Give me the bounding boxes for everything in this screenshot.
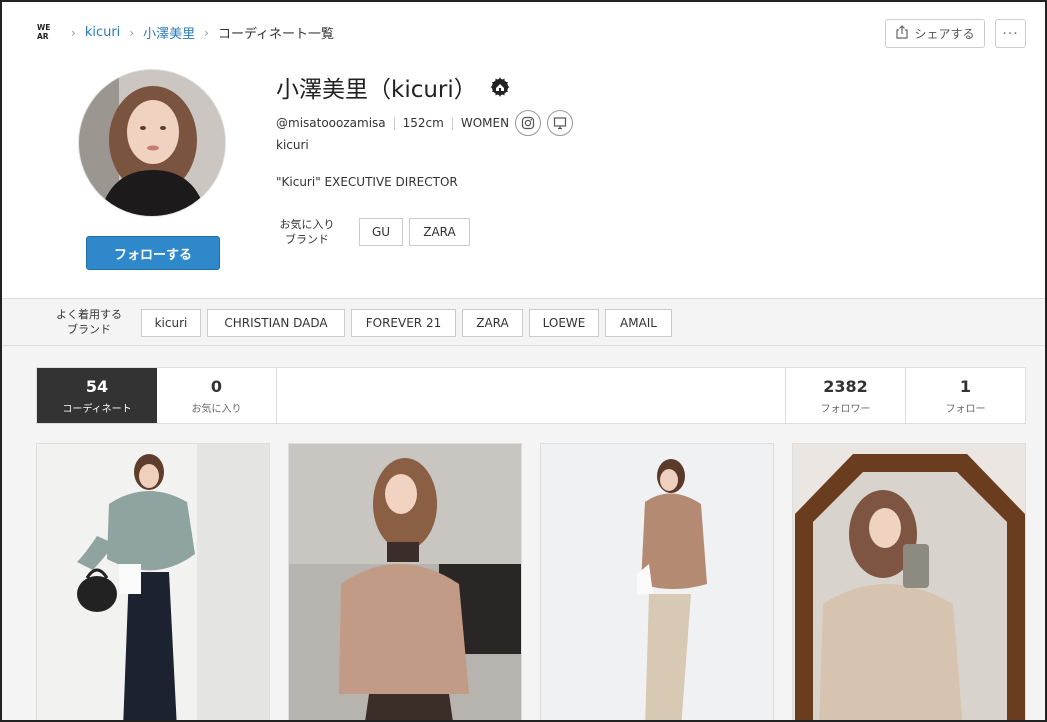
gender: WOMEN: [460, 116, 510, 130]
favorite-brands-label: お気に入り ブランド: [276, 217, 338, 247]
profile-name-text: 小澤美里（kicuri）: [276, 77, 477, 103]
breadcrumb: › kicuri › 小澤美里 › コーディネート一覧: [62, 23, 334, 42]
tab-coordinates[interactable]: 54 コーディネート: [37, 368, 157, 423]
wear-logo[interactable]: WE AR: [37, 22, 53, 42]
often-worn-label: よく着用する ブランド: [46, 307, 132, 337]
avatar: [78, 69, 226, 217]
brand-tag[interactable]: LOEWE: [529, 309, 599, 337]
breadcrumb-link-kicuri[interactable]: kicuri: [85, 25, 120, 40]
outfit-photo: [541, 444, 773, 720]
svg-text:AR: AR: [37, 32, 49, 41]
outfit-photo: [289, 444, 521, 720]
wear-badge-icon: [489, 76, 511, 98]
more-options-button[interactable]: ···: [995, 19, 1026, 48]
share-icon: [895, 25, 909, 42]
stat-label: お気に入り: [191, 403, 242, 415]
stat-number: 0: [210, 376, 223, 396]
brand-tag[interactable]: kicuri: [141, 309, 201, 337]
stat-number: 54: [85, 376, 109, 396]
follow-button[interactable]: フォローする: [86, 236, 220, 270]
chevron-right-icon: ›: [71, 25, 76, 40]
profile-meta: @misatooozamisa 152cm WOMEN: [276, 110, 574, 136]
outfit-card[interactable]: [36, 443, 270, 720]
breadcrumb-link-user[interactable]: 小澤美里: [143, 23, 195, 42]
brand-tag[interactable]: ZARA: [462, 309, 523, 337]
chevron-right-icon: ›: [204, 25, 209, 40]
profile-stats: 54 コーディネート 0 お気に入り 2382 フォロワー 1 フォロー: [36, 367, 1026, 424]
profile-bio: "Kicuri" EXECUTIVE DIRECTOR: [276, 175, 458, 189]
stat-label: コーディネート: [62, 403, 132, 415]
profile-name: 小澤美里（kicuri）: [276, 70, 511, 104]
username: @misatooozamisa: [276, 116, 386, 130]
divider: [451, 116, 453, 130]
favorite-brand-tag[interactable]: GU: [359, 218, 403, 246]
tab-followers[interactable]: 2382 フォロワー: [785, 368, 905, 423]
instagram-icon[interactable]: [515, 110, 542, 136]
stat-label: フォロー: [945, 403, 986, 415]
outfit-card[interactable]: [288, 443, 522, 720]
outfit-card[interactable]: [792, 443, 1026, 720]
stat-number: 2382: [823, 376, 868, 396]
stat-label: フォロワー: [820, 403, 871, 415]
stat-number: 1: [959, 376, 972, 396]
height: 152cm: [402, 116, 444, 130]
tab-favorites[interactable]: 0 お気に入り: [157, 368, 277, 423]
divider: [393, 116, 395, 130]
favorite-brands-label-text: お気に入り ブランド: [279, 218, 335, 246]
page-frame: WE AR › kicuri › 小澤美里 › コーディネート一覧 シェアする …: [0, 0, 1047, 722]
breadcrumb-current: コーディネート一覧: [217, 27, 335, 42]
svg-text:WE: WE: [37, 23, 50, 32]
profile-handle: kicuri: [276, 138, 309, 152]
brand-tag[interactable]: CHRISTIAN DADA: [207, 309, 345, 337]
website-icon[interactable]: [547, 110, 574, 136]
brand-tag[interactable]: FOREVER 21: [351, 309, 456, 337]
often-worn-brands: よく着用する ブランド kicuri CHRISTIAN DADA FOREVE…: [2, 300, 1045, 346]
share-label: シェアする: [914, 27, 975, 41]
brand-tag[interactable]: AMAIL: [605, 309, 672, 337]
outfit-photo: [793, 444, 1025, 720]
chevron-right-icon: ›: [129, 25, 135, 40]
outfit-photo: [37, 444, 269, 720]
tab-following[interactable]: 1 フォロー: [905, 368, 1025, 423]
share-button[interactable]: シェアする: [885, 19, 985, 48]
outfit-card[interactable]: [540, 443, 774, 720]
profile-header: WE AR › kicuri › 小澤美里 › コーディネート一覧 シェアする …: [2, 2, 1045, 299]
often-worn-label-text: よく着用する ブランド: [56, 308, 122, 336]
favorite-brand-tag[interactable]: ZARA: [409, 218, 470, 246]
